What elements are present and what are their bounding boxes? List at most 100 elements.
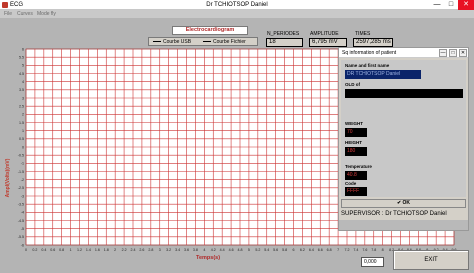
x-tick-label: 5.4 [264,248,269,252]
x-tick-label: 4.4 [220,248,225,252]
old-label: OLD of [345,82,360,87]
x-tick-label: 3.2 [166,248,171,252]
old-field[interactable] [345,89,463,98]
y-tick-label: -6 [21,243,24,247]
y-tick-label: 6 [22,47,24,51]
x-tick-label: 8 [382,248,384,252]
x-tick-label: 5.6 [273,248,278,252]
name-label: Name and first name [345,63,390,68]
supervisor-text: SUPERVISOR : Dr TCHIOTSOP Daniel [341,211,447,217]
dialog-title-bar: Sq information of patient — □ ✕ [339,48,468,58]
y-tick-label: -3 [21,194,24,198]
menu-mode-fly[interactable]: Mode fly [37,10,56,18]
height-field[interactable]: 180 [345,147,367,156]
y-tick-label: 3.5 [19,88,24,92]
x-tick-label: 0 [25,248,27,252]
temperature-field[interactable]: 40.8 [345,171,367,180]
y-tick-label: -0.5 [18,153,24,157]
minimize-button[interactable]: — [430,0,444,10]
y-tick-label: 2 [22,113,24,117]
x-tick-label: 1 [70,248,72,252]
x-tick-label: 3 [159,248,161,252]
x-tick-label: 7.2 [345,248,350,252]
x-tick-label: 6.2 [300,248,305,252]
value-input[interactable]: 0,000 [361,257,384,267]
dialog-close-button[interactable]: ✕ [459,49,467,57]
y-tick-label: 1.5 [19,121,24,125]
x-tick-label: 0.2 [32,248,37,252]
exit-button[interactable]: EXIT [393,250,469,270]
x-tick-label: 5 [248,248,250,252]
x-tick-label: 1.6 [95,248,100,252]
x-tick-label: 5.2 [255,248,260,252]
x-tick-label: 6.6 [318,248,323,252]
height-label: HEIGHT [345,140,363,145]
x-tick-label: 3.6 [184,248,189,252]
x-tick-label: 0.8 [59,248,64,252]
x-tick-label: 1.8 [104,248,109,252]
dialog-form: Name and first name DR TCHIOTSOP Daniel … [341,60,466,197]
weight-label: WEIGHT [345,121,363,126]
x-tick-label: 7 [337,248,339,252]
x-tick-label: 4.2 [211,248,216,252]
y-tick-label: -2 [21,178,24,182]
y-tick-label: 2.5 [19,104,24,108]
x-tick-label: 1.2 [77,248,82,252]
x-tick-label: 2.8 [148,248,153,252]
x-tick-label: 6.8 [327,248,332,252]
dialog-title: Sq information of patient [342,50,397,56]
ok-label: OK [402,200,411,206]
x-tick-label: 2 [114,248,116,252]
x-tick-label: 3.4 [175,248,180,252]
y-tick-label: -4 [21,211,24,215]
patient-info-dialog: Sq information of patient — □ ✕ Name and… [338,47,469,231]
x-tick-label: 5.8 [282,248,287,252]
dialog-minimize-button[interactable]: — [439,49,447,57]
y-tick-label: 0 [22,145,24,149]
x-axis-label: Temps(s) [196,255,221,261]
x-tick-label: 4.8 [238,248,243,252]
maximize-button[interactable]: □ [444,0,458,10]
x-tick-label: 7.6 [362,248,367,252]
y-tick-label: 4 [22,80,24,84]
x-tick-label: 7.8 [371,248,376,252]
x-tick-label: 4 [203,248,205,252]
y-tick-label: -3.5 [18,202,24,206]
close-button[interactable]: ✕ [458,0,474,10]
dialog-footer [339,220,468,230]
weight-field[interactable]: 70 [345,128,367,137]
dialog-maximize-button[interactable]: □ [449,49,457,57]
x-tick-label: 6 [293,248,295,252]
y-axis-label: Ampl(Volts)(mV) [5,158,11,198]
y-tick-label: -4.5 [18,219,24,223]
y-tick-label: -1.5 [18,170,24,174]
y-tick-label: -5.5 [18,235,24,239]
x-tick-label: 2.6 [139,248,144,252]
y-tick-label: 3 [22,96,24,100]
name-field[interactable]: DR TCHIOTSOP Daniel [345,70,421,79]
x-tick-label: 2.4 [131,248,136,252]
x-tick-label: 6.4 [309,248,314,252]
ok-button[interactable]: ✔ OK [341,199,466,208]
menu-bar: File Curves Mode fly [0,10,474,18]
y-tick-label: 1 [22,129,24,133]
x-tick-label: 1.4 [86,248,91,252]
y-tick-label: 5.5 [19,55,24,59]
menu-file[interactable]: File [4,10,12,18]
y-tick-label: 0.5 [19,137,24,141]
x-tick-label: 2.2 [122,248,127,252]
window-title-bar: ECG Dr TCHIOTSOP Daniel — □ ✕ [0,0,474,10]
temperature-label: Temperature [345,164,372,169]
x-tick-label: 7.4 [353,248,358,252]
y-tick-label: -5 [21,227,24,231]
x-tick-label: 0.6 [50,248,55,252]
y-tick-label: -1 [21,162,24,166]
y-tick-label: -2.5 [18,186,24,190]
code-field[interactable]: FFFF [345,187,367,196]
menu-curves[interactable]: Curves [17,10,33,18]
y-tick-label: 5 [22,64,24,68]
x-tick-label: 3.8 [193,248,198,252]
window-title: Dr TCHIOTSOP Daniel [206,2,268,8]
y-tick-label: 4.5 [19,72,24,76]
x-tick-label: 0.4 [41,248,46,252]
